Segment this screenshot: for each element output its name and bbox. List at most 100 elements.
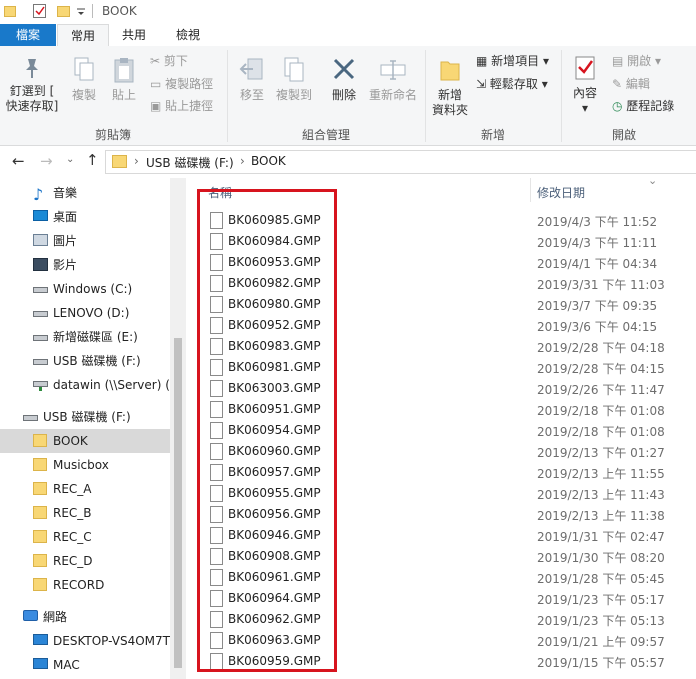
sidebar-item[interactable]: BOOK <box>0 429 170 453</box>
file-icon <box>210 296 223 313</box>
sort-chevron-icon: ⌄ <box>648 174 658 187</box>
paste-button[interactable]: 貼上 <box>106 56 142 103</box>
up-arrow-icon[interactable]: ↑ <box>86 151 99 169</box>
file-row[interactable]: BK060951.GMP 2019/2/18 下午 01:08 <box>186 399 696 420</box>
forward-arrow-icon[interactable]: → <box>40 152 53 170</box>
file-icon <box>210 254 223 271</box>
new-item-button[interactable]: ▦ 新增項目 ▾ <box>476 52 549 70</box>
sidebar-item[interactable]: MAC <box>0 653 170 677</box>
rename-button[interactable]: 重新命名 <box>366 56 420 103</box>
sidebar-item[interactable]: REC_A <box>0 477 170 501</box>
pin-quick-access-button[interactable]: 釘選到 [ 快速存取] <box>4 56 60 114</box>
music-icon: ♪ <box>33 185 44 204</box>
file-row[interactable]: BK060957.GMP 2019/2/13 上午 11:55 <box>186 462 696 483</box>
file-icon <box>210 611 223 628</box>
sidebar-item-label: BOOK <box>53 434 88 448</box>
file-row[interactable]: BK060953.GMP 2019/4/1 下午 04:34 <box>186 252 696 273</box>
file-row[interactable]: BK060955.GMP 2019/2/13 上午 11:43 <box>186 483 696 504</box>
file-row[interactable]: BK060946.GMP 2019/1/31 下午 02:47 <box>186 525 696 546</box>
paste-shortcut-button[interactable]: ▣ 貼上捷徑 <box>150 97 213 115</box>
folder-icon <box>33 434 49 448</box>
file-row[interactable]: BK060980.GMP 2019/3/7 下午 09:35 <box>186 294 696 315</box>
breadcrumb-chevron-icon[interactable]: › <box>134 154 139 168</box>
scrollbar-thumb[interactable] <box>174 338 182 668</box>
history-button[interactable]: ◷ 歷程記錄 <box>612 97 674 115</box>
properties-button[interactable]: 內容 ▾ <box>566 54 604 116</box>
sidebar-item[interactable]: 新增磁碟區 (E:) <box>0 325 170 349</box>
sidebar-item[interactable]: REC_D <box>0 549 170 573</box>
cut-button[interactable]: ✂ 剪下 <box>150 52 188 70</box>
file-row[interactable]: BK060984.GMP 2019/4/3 下午 11:11 <box>186 231 696 252</box>
file-row[interactable]: BK060959.GMP 2019/1/15 下午 05:57 <box>186 651 696 672</box>
file-list: 名稱 修改日期 ⌄ BK060985.GMP 2019/4/3 下午 11:52 B… <box>186 174 696 679</box>
sidebar-item[interactable]: Windows (C:) <box>0 277 170 301</box>
copy-button[interactable]: 複製 <box>66 56 102 103</box>
tab-view[interactable]: 檢視 <box>164 24 212 46</box>
file-row[interactable]: BK060908.GMP 2019/1/30 下午 08:20 <box>186 546 696 567</box>
sidebar-item-label: 音樂 <box>53 186 78 200</box>
edit-button[interactable]: ✎ 編輯 <box>612 75 650 93</box>
sidebar-item[interactable]: 桌面 <box>0 205 170 229</box>
usb-drive-icon <box>33 354 49 368</box>
navigation-pane-scrollbar[interactable] <box>170 178 186 679</box>
file-row[interactable]: BK060956.GMP 2019/2/13 上午 11:38 <box>186 504 696 525</box>
sidebar-item[interactable]: RECORD <box>0 573 170 597</box>
copy-to-button[interactable]: 複製到 <box>274 56 314 103</box>
tab-share[interactable]: 共用 <box>110 24 158 46</box>
new-folder-quick-icon[interactable] <box>57 6 70 17</box>
sidebar-item-label: MAC <box>53 658 80 672</box>
sidebar-item[interactable]: Musicbox <box>0 453 170 477</box>
sidebar-item-label: DESKTOP-VS4OM7T <box>53 634 170 648</box>
file-row[interactable]: BK060985.GMP 2019/4/3 下午 11:52 <box>186 210 696 231</box>
sidebar-item[interactable]: USB 磁碟機 (F:) <box>0 349 170 373</box>
sidebar-item[interactable]: USB 磁碟機 (F:) <box>0 405 170 429</box>
file-row[interactable]: BK060962.GMP 2019/1/23 下午 05:13 <box>186 609 696 630</box>
sidebar-item[interactable]: ♪ 音樂 <box>0 181 170 205</box>
sidebar-item[interactable]: REC_B <box>0 501 170 525</box>
properties-quick-icon[interactable] <box>33 4 46 18</box>
delete-button[interactable]: 刪除 <box>326 56 362 103</box>
sidebar-item[interactable]: 網路 <box>0 605 170 629</box>
recent-locations-chevron-icon[interactable]: ⌄ <box>66 154 74 165</box>
file-row[interactable]: BK063003.GMP 2019/2/26 下午 11:47 <box>186 378 696 399</box>
copy-path-button[interactable]: ▭ 複製路徑 <box>150 75 213 93</box>
column-header-date-modified[interactable]: 修改日期 <box>537 184 585 201</box>
easy-access-button[interactable]: ⇲ 輕鬆存取 ▾ <box>476 75 548 93</box>
sidebar-item[interactable]: 影片 <box>0 253 170 277</box>
file-row[interactable]: BK060982.GMP 2019/3/31 下午 11:03 <box>186 273 696 294</box>
new-folder-button[interactable]: 新增 資料夾 <box>428 56 472 118</box>
sidebar-item-label: REC_B <box>53 506 92 520</box>
file-row[interactable]: BK060964.GMP 2019/1/23 下午 05:17 <box>186 588 696 609</box>
sidebar-item[interactable]: LENOVO (D:) <box>0 301 170 325</box>
customize-quick-access-icon[interactable] <box>76 6 86 16</box>
file-row[interactable]: BK060952.GMP 2019/3/6 下午 04:15 <box>186 315 696 336</box>
open-button[interactable]: ▤ 開啟 ▾ <box>612 52 661 70</box>
file-row[interactable]: BK060981.GMP 2019/2/28 下午 04:15 <box>186 357 696 378</box>
column-header-name[interactable]: 名稱 <box>208 184 232 201</box>
file-row[interactable]: BK060954.GMP 2019/2/18 下午 01:08 <box>186 420 696 441</box>
file-row[interactable]: BK060963.GMP 2019/1/21 上午 09:57 <box>186 630 696 651</box>
breadcrumb-usb-drive[interactable]: USB 磁碟機 (F:) <box>146 154 234 171</box>
file-name: BK060980.GMP <box>228 297 321 311</box>
file-row[interactable]: BK060960.GMP 2019/2/13 下午 01:27 <box>186 441 696 462</box>
tab-home[interactable]: 常用 <box>57 24 109 48</box>
navigation-pane: ♪ 音樂桌面 圖片 影片 Windows (C:) LENOVO (D:) 新增磁碟區 (E… <box>0 178 170 679</box>
file-row[interactable]: BK060983.GMP 2019/2/28 下午 04:18 <box>186 336 696 357</box>
file-date-modified: 2019/2/13 下午 01:27 <box>537 446 665 460</box>
breadcrumb-chevron-icon[interactable]: › <box>240 154 245 168</box>
sidebar-item[interactable]: 圖片 <box>0 229 170 253</box>
title-bar: BOOK <box>0 0 696 24</box>
delete-label: 刪除 <box>331 88 356 102</box>
back-arrow-icon[interactable]: ← <box>12 152 25 170</box>
file-date-modified: 2019/4/1 下午 04:34 <box>537 257 658 271</box>
sidebar-item[interactable]: REC_C <box>0 525 170 549</box>
sidebar-item[interactable]: datawin (\\Server) (Z <box>0 373 170 397</box>
address-bar[interactable]: › USB 磁碟機 (F:) › BOOK <box>105 150 696 174</box>
move-to-button[interactable]: 移至 <box>234 56 270 103</box>
breadcrumb-book[interactable]: BOOK <box>251 154 286 168</box>
column-divider[interactable] <box>530 178 531 202</box>
folder-icon <box>33 506 49 520</box>
sidebar-item[interactable]: DESKTOP-VS4OM7T <box>0 629 170 653</box>
tab-file[interactable]: 檔案 <box>0 24 56 46</box>
file-row[interactable]: BK060961.GMP 2019/1/28 下午 05:45 <box>186 567 696 588</box>
